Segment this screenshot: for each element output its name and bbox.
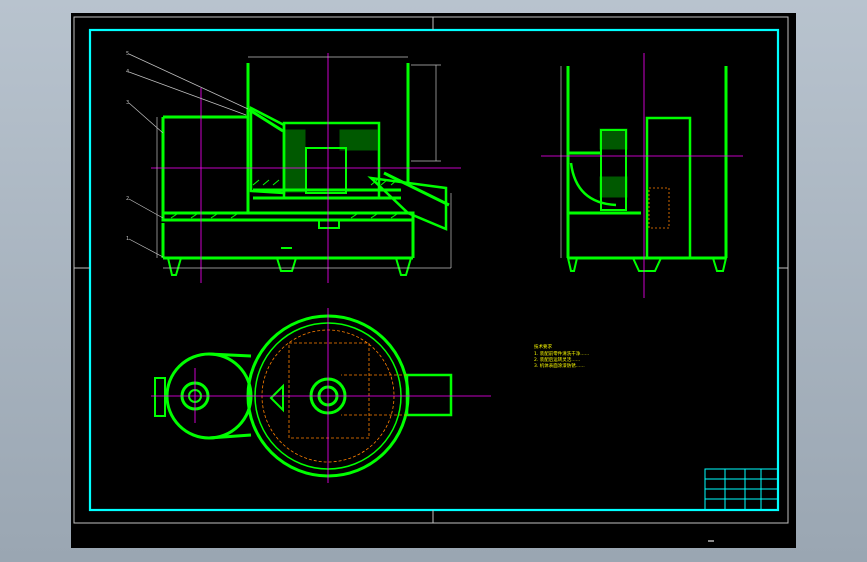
border-frame [88,28,780,512]
balloon-1: 1 [126,236,129,242]
zone-ticks [74,17,788,523]
notes-line-3: 3. 机体表面涂漆防锈…… [534,362,585,369]
notes-line-2: 2. 装配后运转灵活…… [534,356,580,363]
technical-notes: 技术要求 1. 装配前零件清洗干净…… 2. 装配后运转灵活…… 3. 机体表面… [534,343,589,369]
notes-heading: 技术要求 [534,343,552,350]
balloon-3: 3 [126,100,129,106]
balloon-5: 5 [126,51,129,57]
outer-frame [73,16,789,524]
balloon-4: 4 [126,69,129,75]
title-block [704,468,779,511]
drawing-sheet: 5 4 3 2 1 技术要求 1. 装配前零件清洗干净…… 2. 装配后运转灵活… [73,16,789,524]
cad-drawing-canvas[interactable]: 5 4 3 2 1 技术要求 1. 装配前零件清洗干净…… 2. 装配后运转灵活… [71,13,796,548]
side-view [541,53,743,298]
front-view: 5 4 3 2 1 [126,51,461,283]
notes-line-1: 1. 装配前零件清洗干净…… [534,350,589,357]
top-view [151,308,491,483]
cursor-marker [708,540,714,542]
balloon-2: 2 [126,196,129,202]
